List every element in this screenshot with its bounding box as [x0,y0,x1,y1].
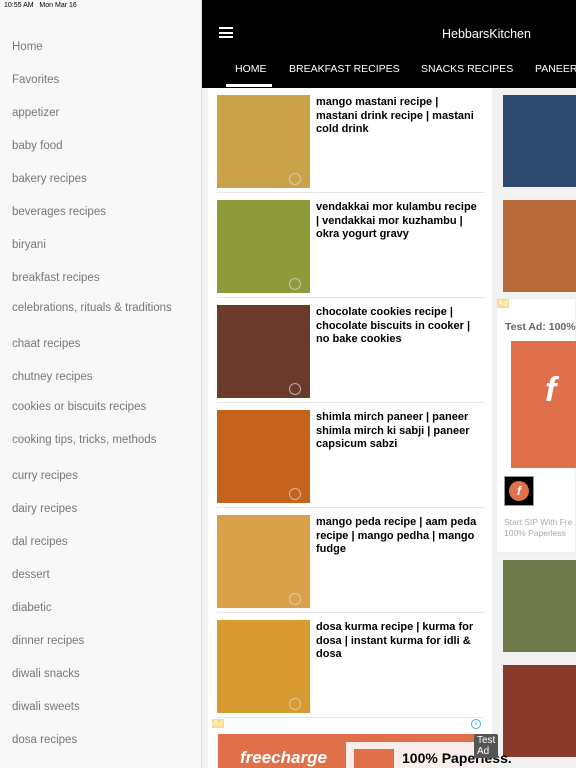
recipe-card[interactable]: mango mastani recipe | mastani drink rec… [217,88,485,193]
recipe-title[interactable]: chocolate cookies recipe | chocolate bis… [316,306,480,347]
app-title: HebbarsKitchen [442,27,531,41]
tab-snacks-recipes[interactable]: SNACKS RECIPES [421,63,513,75]
sidebar-item[interactable]: cookies or biscuits recipes [12,401,146,413]
recipe-thumbnail[interactable] [503,560,576,652]
recipe-card[interactable]: shimla mirch paneer | paneer shimla mirc… [217,403,485,508]
play-icon [289,383,301,395]
ad-body: Start SIP With Fre 100% Paperless [504,517,573,538]
status-date: Mon Mar 16 [39,2,77,9]
ad-brand: freecharge [240,748,327,767]
recipe-thumbnail[interactable] [217,515,310,608]
sidebar-item[interactable]: Home [12,41,43,53]
play-icon [289,698,301,710]
sidebar-item[interactable]: bakery recipes [12,173,87,185]
sidebar-item[interactable]: curry recipes [12,470,78,482]
recipe-title[interactable]: vendakkai mor kulambu recipe | vendakkai… [316,201,480,242]
right-ad[interactable]: Ad Test Ad: 100% f f Start SIP With Fre … [496,298,576,553]
recipe-thumbnail[interactable] [217,410,310,503]
recipe-thumbnail[interactable] [503,95,576,187]
recipe-thumbnail[interactable] [217,200,310,293]
app-header: HebbarsKitchen HOME BREAKFAST RECIPES SN… [202,0,576,88]
recipe-card[interactable]: mango peda recipe | aam peda recipe | ma… [217,508,485,613]
sidebar-item[interactable]: chutney recipes [12,371,93,383]
ad-image: f [511,341,576,468]
sidebar-item[interactable]: biryani [12,239,46,251]
ad-badge: Ad [497,299,509,308]
status-bar: 10:55 AM Mon Mar 16 [4,2,77,9]
recipe-thumbnail[interactable] [503,665,576,757]
sidebar-item[interactable]: diwali sweets [12,701,80,713]
recipe-title[interactable]: dosa kurma recipe | kurma for dosa | ins… [316,621,480,662]
main-content: HebbarsKitchen HOME BREAKFAST RECIPES SN… [202,0,576,768]
sidebar-item[interactable]: dairy recipes [12,503,77,515]
sidebar-item[interactable]: dinner recipes [12,635,84,647]
status-time: 10:55 AM [4,2,34,9]
sidebar-item[interactable]: cooking tips, tricks, methods [12,434,156,446]
play-icon [289,173,301,185]
sidebar: Home Favorites appetizer baby food bakery re… [0,0,202,768]
play-icon [289,278,301,290]
hamburger-menu-icon[interactable] [219,27,233,38]
play-icon [289,488,301,500]
recipe-thumbnail[interactable] [217,620,310,713]
sidebar-item[interactable]: breakfast recipes [12,272,100,284]
sidebar-item[interactable]: dessert [12,569,50,581]
sidebar-item[interactable]: diwali snacks [12,668,80,680]
ad-logo: f [504,476,534,506]
sidebar-item[interactable]: diabetic [12,602,52,614]
recipe-thumbnail[interactable] [503,200,576,292]
tab-breakfast-recipes[interactable]: BREAKFAST RECIPES [289,63,400,75]
tab-paneer[interactable]: PANEER [535,63,576,75]
sidebar-item[interactable]: chaat recipes [12,338,80,350]
recipe-title[interactable]: shimla mirch paneer | paneer shimla mirc… [316,411,480,452]
recipe-card[interactable]: vendakkai mor kulambu recipe | vendakkai… [217,193,485,298]
sidebar-item[interactable]: appetizer [12,107,59,119]
sidebar-item[interactable]: baby food [12,140,63,152]
recipe-title[interactable]: mango mastani recipe | mastani drink rec… [316,96,480,137]
sidebar-item[interactable]: dal recipes [12,536,68,548]
ad-banner: freecharge 100% Paperless. [218,734,512,768]
recipe-title[interactable]: mango peda recipe | aam peda recipe | ma… [316,516,480,557]
sidebar-item[interactable]: celebrations, rituals & traditions [12,302,172,314]
play-icon [289,593,301,605]
right-column: Ad Test Ad: 100% f f Start SIP With Fre … [496,88,576,768]
freecharge-logo-icon: f [545,371,557,409]
recipe-card[interactable]: chocolate cookies recipe | chocolate bis… [217,298,485,403]
test-ad-tooltip: Test Ad [474,734,499,758]
ad-info-icon[interactable]: i [471,719,481,729]
sidebar-item[interactable]: beverages recipes [12,206,106,218]
ad-headline: Test Ad: 100% [505,321,576,333]
ad-badge: Ad [212,719,224,728]
recipe-thumbnail[interactable] [217,95,310,188]
active-tab-indicator [226,84,272,87]
sidebar-item[interactable]: dosa recipes [12,734,77,746]
tab-home[interactable]: HOME [235,63,267,75]
recipe-list: mango mastani recipe | mastani drink rec… [208,88,492,718]
recipe-thumbnail[interactable] [217,305,310,398]
recipe-card[interactable]: dosa kurma recipe | kurma for dosa | ins… [217,613,485,718]
sidebar-item[interactable]: Favorites [12,74,59,86]
bottom-ad[interactable]: Ad i freecharge 100% Paperless. Test Ad [208,718,512,768]
